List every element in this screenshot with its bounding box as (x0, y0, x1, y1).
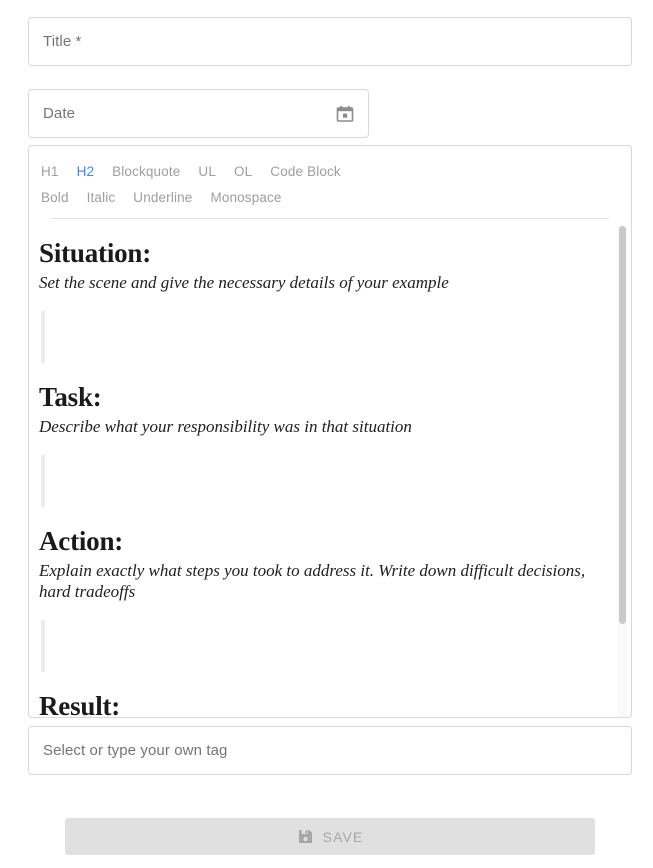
date-input[interactable]: Date (28, 89, 369, 138)
title-placeholder: Title * (43, 33, 82, 50)
section-description: Explain exactly what steps you took to a… (39, 560, 586, 602)
section-result: Result: Show what outcome your actions a… (39, 690, 601, 718)
blockquote-bar (41, 455, 45, 508)
toolbar-row-inline: Bold Italic Underline Monospace (41, 184, 619, 210)
blockquote-bar (41, 620, 45, 673)
date-placeholder: Date (43, 105, 76, 122)
toolbar-button-monospace[interactable]: Monospace (210, 190, 281, 205)
toolbar-button-italic[interactable]: Italic (87, 190, 116, 205)
section-heading: Situation: (39, 238, 152, 268)
editor-content-scroll-area[interactable]: Situation: Set the scene and give the ne… (29, 223, 631, 718)
tag-placeholder: Select or type your own tag (43, 742, 228, 759)
save-floppy-icon (297, 828, 314, 845)
section-heading: Result: (39, 691, 121, 718)
toolbar-button-code-block[interactable]: Code Block (270, 164, 341, 179)
rich-text-editor[interactable]: H1 H2 Blockquote UL OL Code Block Bold I… (28, 145, 632, 718)
section-situation: Situation: Set the scene and give the ne… (39, 237, 601, 364)
blockquote-bar (41, 311, 45, 364)
toolbar-button-h1[interactable]: H1 (41, 164, 59, 179)
editor-document[interactable]: Situation: Set the scene and give the ne… (29, 223, 631, 718)
section-description: Set the scene and give the necessary det… (39, 272, 449, 292)
section-task: Task: Describe what your responsibility … (39, 381, 601, 508)
note-editor-page: Title * Date H1 H2 Blockquote UL OL Code… (0, 0, 653, 868)
toolbar-button-ol[interactable]: OL (234, 164, 252, 179)
title-input[interactable]: Title * (28, 17, 632, 66)
section-description: Describe what your responsibility was in… (39, 416, 412, 436)
toolbar-button-ul[interactable]: UL (198, 164, 216, 179)
toolbar-button-h2[interactable]: H2 (77, 164, 95, 179)
section-heading: Action: (39, 526, 124, 557)
editor-toolbar: H1 H2 Blockquote UL OL Code Block Bold I… (29, 146, 631, 223)
calendar-icon[interactable] (336, 105, 354, 123)
section-heading: Task: (39, 382, 102, 413)
toolbar-button-bold[interactable]: Bold (41, 190, 69, 205)
toolbar-divider (51, 218, 609, 219)
save-button[interactable]: SAVE (65, 818, 595, 855)
toolbar-button-underline[interactable]: Underline (133, 190, 192, 205)
toolbar-button-blockquote[interactable]: Blockquote (112, 164, 180, 179)
section-action: Action: Explain exactly what steps you t… (39, 525, 601, 673)
save-button-label: SAVE (322, 828, 364, 845)
tag-input[interactable]: Select or type your own tag (28, 726, 632, 775)
toolbar-row-block: H1 H2 Blockquote UL OL Code Block (41, 158, 619, 184)
vertical-scrollbar-thumb[interactable] (619, 226, 626, 624)
